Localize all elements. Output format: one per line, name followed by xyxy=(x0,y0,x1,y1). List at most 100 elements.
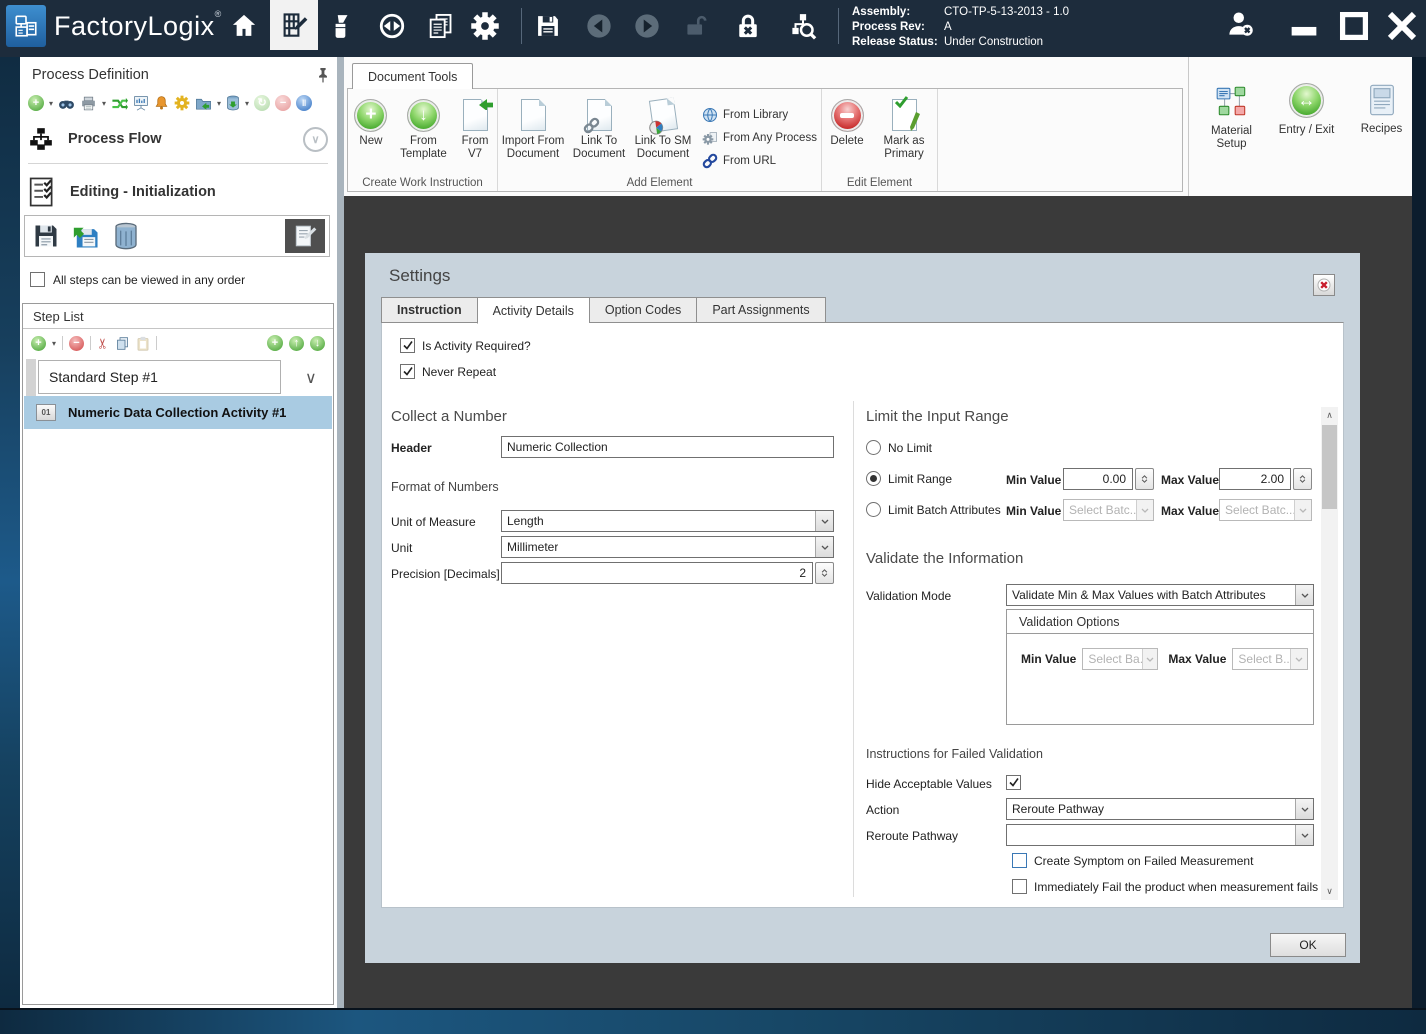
any-order-checkbox[interactable] xyxy=(30,272,45,287)
never-repeat-checkbox[interactable] xyxy=(400,364,415,379)
notifications-button[interactable] xyxy=(154,95,169,111)
edit-instruction-button-selected[interactable] xyxy=(285,219,325,253)
limit-batch-radio[interactable] xyxy=(866,502,881,517)
process-editor-button-active[interactable] xyxy=(270,0,318,50)
link-to-sm-document-button[interactable]: Link To SM Document xyxy=(630,95,696,161)
action-select[interactable]: Reroute Pathway xyxy=(1006,798,1314,820)
hide-acceptable-checkbox[interactable] xyxy=(1006,775,1021,790)
unit-of-measure-select[interactable]: Length xyxy=(501,510,834,532)
recipes-button[interactable]: Recipes xyxy=(1351,83,1412,196)
ok-button[interactable]: OK xyxy=(1270,933,1346,957)
spinner-buttons[interactable] xyxy=(1293,468,1312,490)
step-selector[interactable]: Standard Step #1 xyxy=(38,360,281,394)
panel-splitter[interactable] xyxy=(337,57,344,1008)
process-settings-button[interactable] xyxy=(174,95,190,111)
tab-part-assignments[interactable]: Part Assignments xyxy=(696,297,826,323)
feeder-setup-button[interactable] xyxy=(326,11,356,41)
import-from-document-button[interactable]: Import From Document xyxy=(498,95,568,161)
find-button[interactable] xyxy=(58,96,75,111)
max-value-spinner[interactable]: 2.00 xyxy=(1219,468,1312,490)
presentation-button[interactable] xyxy=(133,95,149,111)
dialog-close-button[interactable] xyxy=(1313,274,1335,296)
documents-button[interactable] xyxy=(425,11,455,41)
step-selector-chevron-icon[interactable]: ∨ xyxy=(305,368,317,388)
delete-element-button[interactable]: Delete xyxy=(822,95,872,148)
create-symptom-checkbox[interactable] xyxy=(1012,853,1027,868)
delete-document-button[interactable] xyxy=(109,219,143,253)
reroute-pathway-select[interactable] xyxy=(1006,824,1314,846)
min-value-spinner[interactable]: 0.00 xyxy=(1063,468,1154,490)
from-template-button[interactable]: ↓ From Template xyxy=(394,95,453,161)
from-url-button[interactable]: From URL xyxy=(702,151,817,170)
pin-button[interactable] xyxy=(316,67,330,83)
add-process-caret-icon[interactable]: ▾ xyxy=(49,99,53,108)
spinner-buttons[interactable] xyxy=(1135,468,1154,490)
move-step-down-button[interactable]: ↓ xyxy=(310,335,325,351)
lock-close-button[interactable] xyxy=(733,11,763,41)
refresh-button-disabled[interactable]: ↻ xyxy=(254,95,271,111)
dialog-scrollbar[interactable]: ∧ ∨ xyxy=(1321,407,1338,900)
sync-button[interactable] xyxy=(377,11,407,41)
process-flow-header[interactable]: Process Flow ∨ xyxy=(28,121,328,157)
recycle-caret-icon[interactable]: ▾ xyxy=(245,99,249,108)
header-input[interactable] xyxy=(501,436,834,458)
scrollbar-thumb[interactable] xyxy=(1322,425,1337,509)
spinner-buttons[interactable] xyxy=(815,562,834,584)
limit-range-radio-selected[interactable] xyxy=(866,471,881,486)
publish-caret-icon[interactable]: ▾ xyxy=(217,99,221,108)
immediately-fail-checkbox[interactable] xyxy=(1012,879,1027,894)
from-any-process-button[interactable]: From Any Process xyxy=(702,128,817,147)
activity-list-item-selected[interactable]: 01 Numeric Data Collection Activity #1 xyxy=(24,396,332,429)
maximize-button[interactable] xyxy=(1334,6,1374,46)
recycle-button[interactable] xyxy=(226,95,240,111)
home-button[interactable] xyxy=(229,11,259,41)
forward-button[interactable] xyxy=(632,11,662,41)
validation-mode-select[interactable]: Validate Min & Max Values with Batch Att… xyxy=(1006,584,1314,606)
tab-document-tools[interactable]: Document Tools xyxy=(352,63,474,89)
link-to-document-button[interactable]: Link To Document xyxy=(568,95,630,161)
collapse-button[interactable]: ∨ xyxy=(303,126,328,152)
unit-select[interactable]: Millimeter xyxy=(501,536,834,558)
scroll-down-button[interactable]: ∨ xyxy=(1321,883,1338,900)
back-button[interactable] xyxy=(584,11,614,41)
stop-button-disabled[interactable]: − xyxy=(275,95,292,111)
tab-activity-details[interactable]: Activity Details xyxy=(476,297,589,324)
minimize-button[interactable] xyxy=(1284,6,1324,46)
print-button[interactable] xyxy=(80,96,97,111)
close-button[interactable] xyxy=(1382,6,1422,46)
scroll-up-button[interactable]: ∧ xyxy=(1321,407,1338,424)
from-library-button[interactable]: From Library xyxy=(702,105,817,124)
find-step-button[interactable]: + xyxy=(267,335,283,351)
entry-exit-button[interactable]: ↔ Entry / Exit xyxy=(1276,83,1337,196)
print-caret-icon[interactable]: ▾ xyxy=(102,99,106,108)
tab-instruction[interactable]: Instruction xyxy=(381,297,477,323)
precision-spinner[interactable]: 2 xyxy=(501,562,834,584)
process-search-button[interactable] xyxy=(788,11,818,41)
logout-user-button[interactable] xyxy=(1225,9,1255,39)
new-instruction-button[interactable]: + New xyxy=(348,95,394,148)
save-document-button[interactable] xyxy=(29,219,63,253)
cut-step-button[interactable]: ✂ xyxy=(94,337,111,349)
copy-step-button[interactable] xyxy=(115,336,130,351)
import-document-button[interactable] xyxy=(69,219,103,253)
editing-header[interactable]: Editing - Initialization xyxy=(28,173,328,211)
add-element-links: From Library From Any Process From URL xyxy=(702,95,817,172)
pause-button[interactable]: ‖ xyxy=(296,95,313,111)
tab-option-codes[interactable]: Option Codes xyxy=(588,297,697,323)
add-process-button[interactable]: + xyxy=(28,95,44,111)
move-step-up-button[interactable]: ↑ xyxy=(289,335,304,351)
from-v7-button[interactable]: From V7 xyxy=(453,95,497,161)
unlock-button[interactable] xyxy=(680,11,710,41)
settings-button[interactable] xyxy=(470,11,500,41)
add-step-caret-icon[interactable]: ▾ xyxy=(52,339,56,348)
publish-button[interactable] xyxy=(195,96,212,111)
is-activity-required-checkbox[interactable] xyxy=(400,338,415,353)
material-setup-button[interactable]: Material Setup xyxy=(1201,83,1262,196)
save-button[interactable] xyxy=(533,11,563,41)
remove-step-button[interactable]: − xyxy=(69,335,85,351)
mark-as-primary-button[interactable]: Mark as Primary xyxy=(872,95,936,161)
add-step-button[interactable]: + xyxy=(31,335,46,351)
no-limit-radio[interactable] xyxy=(866,440,881,455)
paste-step-button-disabled[interactable] xyxy=(136,336,150,351)
reorder-steps-button[interactable] xyxy=(111,96,129,111)
